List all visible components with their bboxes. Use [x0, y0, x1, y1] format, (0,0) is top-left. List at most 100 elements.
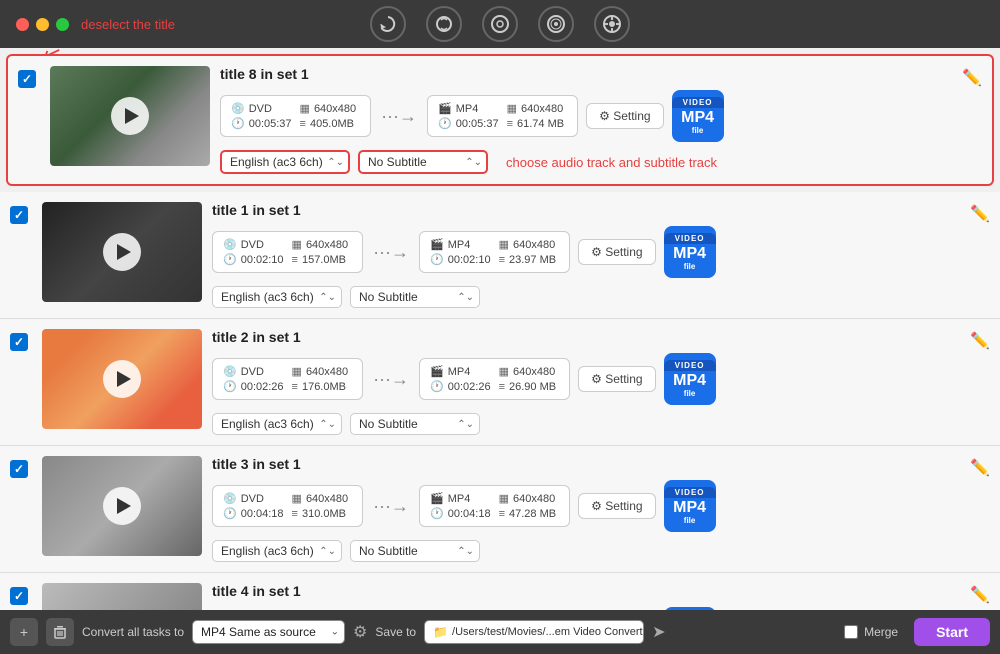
row-title-0: title 8 in set 1: [220, 66, 980, 82]
dst-info-block-0: 🎬 MP4 ▦ 640x480 🕐 00:05:37 ≡: [427, 95, 578, 137]
disc2-icon[interactable]: [538, 6, 574, 42]
subtitle-track-select-3[interactable]: No Subtitle English French: [350, 540, 480, 562]
play-button-0[interactable]: [111, 97, 149, 135]
disc-small-icon-2: 💿: [223, 365, 237, 378]
rotate-icon[interactable]: [370, 6, 406, 42]
mp4-badge-1: VIDEO MP4 file: [664, 226, 716, 278]
disc-small-icon-3: 💿: [223, 492, 237, 505]
size-icon-src-3: ≡: [292, 508, 298, 520]
subtitle-select-wrap-3: No Subtitle English French ⌃⌄: [350, 540, 480, 562]
info-blocks-0: 💿 DVD ▦ 640x480 🕐 00:05:37 ≡: [220, 90, 980, 142]
dst-info-block-1: 🎬 MP4 ▦ 640x480 🕐 00:02:10 ≡: [419, 231, 570, 273]
convert-label: Convert all tasks to: [82, 625, 184, 639]
subtitle-select-wrap-0: No Subtitle English French ⌃⌄: [358, 150, 488, 174]
row-checkbox-2[interactable]: [10, 333, 28, 351]
thumbnail-4[interactable]: [42, 583, 202, 610]
merge-label: Merge: [864, 625, 898, 639]
audio-subtitle-hint-0: choose audio track and subtitle track: [506, 155, 717, 170]
merge-wrap: Merge: [844, 625, 898, 639]
audio-track-select-2[interactable]: English (ac3 6ch) English (ac3 2ch) Fren…: [212, 413, 342, 435]
format-select[interactable]: MP4 Same as source MP4 H.264 MP4 H.265 M…: [192, 620, 345, 644]
row-checkbox-4[interactable]: [10, 587, 28, 605]
edit-icon-4[interactable]: ✏️: [970, 585, 990, 605]
clock-icon-dst-1: 🕐: [430, 253, 444, 266]
audio-track-select-1[interactable]: English (ac3 6ch) English (ac3 2ch) Fren…: [212, 286, 342, 308]
audio-track-select-3[interactable]: English (ac3 6ch) English (ac3 2ch) Fren…: [212, 540, 342, 562]
thumbnail-2[interactable]: [42, 329, 202, 429]
video-row-1: title 1 in set 1 💿 DVD ▦ 640x480 🕐: [0, 192, 1000, 319]
convert-arrow-3: ···→: [371, 496, 411, 517]
row-checkbox-wrap-1: [10, 202, 32, 224]
info-blocks-1: 💿 DVD ▦ 640x480 🕐 00:02:10 ≡: [212, 226, 988, 278]
dst-info-block-3: 🎬 MP4 ▦ 640x480 🕐 00:04:18 ≡: [419, 485, 570, 527]
setting-button-2[interactable]: ⚙ Setting: [578, 366, 655, 392]
row-checkbox-0[interactable]: [18, 70, 36, 88]
size-icon-src-0: ≡: [300, 118, 306, 130]
audio-track-select-0[interactable]: English (ac3 6ch) English (ac3 2ch) Fren…: [220, 150, 350, 174]
src-resolution-3: ▦ 640x480: [292, 492, 353, 505]
subtitle-track-select-2[interactable]: No Subtitle English French: [350, 413, 480, 435]
setting-button-1[interactable]: ⚙ Setting: [578, 239, 655, 265]
start-button[interactable]: Start: [914, 618, 990, 646]
disc-small-icon-1: 💿: [223, 238, 237, 251]
film-icon[interactable]: [594, 6, 630, 42]
src-duration-2: 🕐 00:02:26: [223, 380, 284, 393]
res-icon-dst-1: ▦: [499, 238, 509, 251]
edit-icon-0[interactable]: ✏️: [962, 68, 982, 88]
src-format-1: 💿 DVD: [223, 238, 284, 251]
row-checkbox-wrap-2: [10, 329, 32, 351]
bottombar: + Convert all tasks to MP4 Same as sourc…: [0, 610, 1000, 654]
sync-icon[interactable]: [426, 6, 462, 42]
path-nav-arrow-button[interactable]: ➤: [652, 622, 665, 642]
save-path-button[interactable]: 📁 /Users/test/Movies/...em Video Convert…: [424, 620, 644, 644]
subtitle-track-select-1[interactable]: No Subtitle English French: [350, 286, 480, 308]
play-button-3[interactable]: [103, 487, 141, 525]
src-duration-3: 🕐 00:04:18: [223, 507, 284, 520]
play-button-1[interactable]: [103, 233, 141, 271]
maximize-dot[interactable]: [56, 18, 69, 31]
mp4-badge-2: VIDEO MP4 file: [664, 353, 716, 405]
row-checkbox-1[interactable]: [10, 206, 28, 224]
mp4-badge-mid-0: MP4: [681, 108, 714, 127]
subtitle-track-select-0[interactable]: No Subtitle English French: [358, 150, 488, 174]
res-icon-dst-0: ▦: [507, 102, 517, 115]
disc-icon[interactable]: [482, 6, 518, 42]
add-button[interactable]: +: [10, 618, 38, 646]
close-dot[interactable]: [16, 18, 29, 31]
dst-size-1: ≡ 23.97 MB: [499, 253, 560, 266]
delete-button[interactable]: [46, 618, 74, 646]
track-controls-2: English (ac3 6ch) English (ac3 2ch) Fren…: [212, 413, 988, 435]
resolution-icon-3: ▦: [292, 492, 302, 505]
row-main-4: title 4 in set 1 💿 DVD ▦ 640x480 🕐: [212, 583, 988, 610]
setting-button-3[interactable]: ⚙ Setting: [578, 493, 655, 519]
file-icon-0: 🎬: [438, 102, 452, 115]
convert-arrow-1: ···→: [371, 242, 411, 263]
mp4-badge-mid-1: MP4: [673, 244, 706, 263]
edit-icon-2[interactable]: ✏️: [970, 331, 990, 351]
convert-arrow-2: ···→: [371, 369, 411, 390]
video-row-4: title 4 in set 1 💿 DVD ▦ 640x480 🕐: [0, 573, 1000, 610]
src-format-2: 💿 DVD: [223, 365, 284, 378]
minimize-dot[interactable]: [36, 18, 49, 31]
thumbnail-1[interactable]: [42, 202, 202, 302]
size-icon-src-2: ≡: [292, 381, 298, 393]
thumbnail-0[interactable]: [50, 66, 210, 166]
row-main-2: title 2 in set 1 💿 DVD ▦ 640x480 🕐: [212, 329, 988, 435]
clock-icon-dst-2: 🕐: [430, 380, 444, 393]
dst-resolution-3: ▦ 640x480: [499, 492, 560, 505]
play-button-2[interactable]: [103, 360, 141, 398]
folder-icon: 📁: [433, 625, 448, 639]
row-title-3: title 3 in set 1: [212, 456, 988, 472]
size-icon-dst-3: ≡: [499, 508, 505, 520]
src-size-1: ≡ 157.0MB: [292, 253, 353, 266]
dst-resolution-1: ▦ 640x480: [499, 238, 560, 251]
setting-button-0[interactable]: ⚙ Setting: [586, 103, 663, 129]
src-resolution-0: ▦ 640x480: [300, 102, 361, 115]
row-checkbox-3[interactable]: [10, 460, 28, 478]
merge-checkbox[interactable]: [844, 625, 858, 639]
edit-icon-3[interactable]: ✏️: [970, 458, 990, 478]
edit-icon-1[interactable]: ✏️: [970, 204, 990, 224]
dst-resolution-2: ▦ 640x480: [499, 365, 560, 378]
settings-gear-button[interactable]: ⚙: [353, 622, 367, 642]
thumbnail-3[interactable]: [42, 456, 202, 556]
